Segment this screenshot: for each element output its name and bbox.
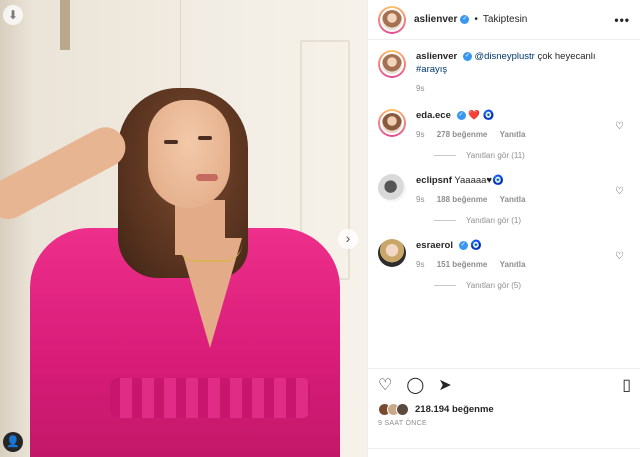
verified-badge-icon: ✓ [460,15,470,24]
comment-likes[interactable]: 278 beğenme [437,130,488,139]
face [148,100,230,208]
comment-username[interactable]: esraerol [416,240,453,251]
comment-username[interactable]: eclipsnf [416,175,452,186]
post-actions: ♡ ◯ ➤ ▯ 218.194 beğenme 9 SAAT ÖNCE [368,368,640,457]
view-replies-button[interactable]: Yanıtları gör (1) [434,216,630,225]
share-send-icon[interactable]: ➤ [438,375,451,395]
comment-bubble-icon[interactable]: ◯ [406,375,424,395]
caption-username[interactable]: aslienver [416,51,457,62]
comment-like-icon[interactable]: ♡ [615,121,624,132]
comment-text: Yaaaaa♥🧿 [454,175,504,186]
post-header: aslienver ✓ • Takiptesin ••• [368,0,640,40]
reply-button[interactable]: Yanıtla [500,260,526,269]
instagram-post-view: ⬇ › 👤 aslienver ✓ • Takiptesin ••• aslie… [0,0,640,457]
comment-likes[interactable]: 151 beğenme [437,260,488,269]
comments-list: aslienver ✓ @disneyplustr çok heyecanlı … [368,40,640,290]
comment-item: esraerol ✓ 🧿 9s 151 beğenme Yanıtla ♡ [378,239,630,271]
view-replies-button[interactable]: Yanıtları gör (5) [434,281,630,290]
door-edge [0,0,34,457]
reply-button[interactable]: Yanıtla [500,195,526,204]
next-image-button[interactable]: › [338,229,358,249]
liker-avatar[interactable] [396,403,409,416]
author-username[interactable]: aslienver [414,14,457,25]
download-icon[interactable]: ⬇ [3,5,23,25]
lips [196,174,218,181]
post-sidebar: aslienver ✓ • Takiptesin ••• aslienver ✓… [367,0,640,457]
comment-text: ❤️ 🧿 [468,110,495,121]
like-heart-icon[interactable]: ♡ [378,375,392,395]
comment-item: eclipsnf Yaaaaa♥🧿 9s 188 beğenme Yanıtla… [378,174,630,206]
author-avatar[interactable] [378,5,406,34]
comment-time: 9s [416,130,425,139]
post-time-ago: 9 SAAT ÖNCE [378,420,427,427]
comment-like-icon[interactable]: ♡ [615,186,624,197]
likes-count[interactable]: 218.194 beğenme [415,404,494,415]
caption-avatar[interactable] [378,50,406,78]
verified-badge-icon: ✓ [458,240,468,250]
caption-mention[interactable]: @disneyplustr [474,51,534,62]
caption: aslienver ✓ @disneyplustr çok heyecanlı … [378,50,630,95]
door-hinge [60,0,70,50]
comment-text: 🧿 [470,240,483,251]
caption-hashtag[interactable]: #arayış [416,64,447,75]
more-options-icon[interactable]: ••• [614,13,630,27]
comment-avatar[interactable] [378,174,406,202]
following-status[interactable]: Takiptesin [483,14,527,25]
verified-badge-icon: ✓ [456,110,466,120]
separator-dot: • [474,14,478,25]
caption-text: çok heyecanlı [537,51,596,62]
comment-time: 9s [416,195,425,204]
left-eye [164,140,178,144]
comment-like-icon[interactable]: ♡ [615,251,624,262]
post-photo[interactable]: ⬇ › 👤 [0,0,367,457]
right-eye [198,136,212,140]
comment-likes[interactable]: 188 beğenme [437,195,488,204]
add-comment-area[interactable] [368,448,640,457]
save-bookmark-icon[interactable]: ▯ [622,375,631,395]
comment-avatar[interactable] [378,239,406,267]
necklace [178,244,242,262]
dress-ruffle [110,378,310,418]
comment-avatar[interactable] [378,109,406,137]
comment-time: 9s [416,260,425,269]
reply-button[interactable]: Yanıtla [500,130,526,139]
tagged-user-icon[interactable]: 👤 [3,432,23,452]
view-replies-button[interactable]: Yanıtları gör (11) [434,151,630,160]
caption-time: 9s [416,84,425,93]
comment-username[interactable]: eda.ece [416,110,451,121]
comment-item: eda.ece ✓ ❤️ 🧿 9s 278 beğenme Yanıtla ♡ [378,109,630,141]
verified-badge-icon: ✓ [462,51,472,61]
